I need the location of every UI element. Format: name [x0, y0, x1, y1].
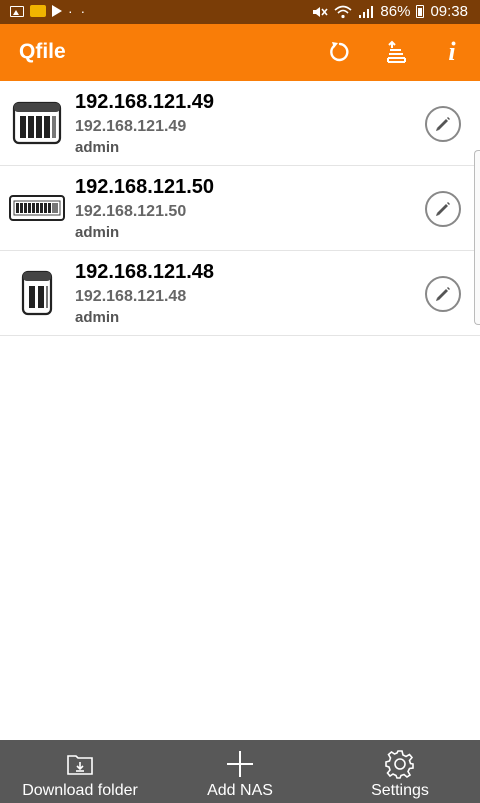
- notification-icon: [30, 5, 46, 17]
- clock: 09:38: [430, 3, 468, 20]
- app-bar: Qfile i: [0, 24, 480, 81]
- edit-nas-button[interactable]: [425, 191, 461, 227]
- status-left-icons: · ·: [10, 3, 87, 19]
- refresh-icon: [330, 42, 349, 62]
- settings-button[interactable]: Settings: [350, 740, 450, 803]
- add-nas-label: Add NAS: [207, 782, 273, 799]
- nas-address: 192.168.121.50: [75, 203, 187, 220]
- wifi-icon: [334, 5, 352, 18]
- nas-list-item[interactable]: 192.168.121.50 192.168.121.50 admin: [0, 166, 480, 251]
- nas-rack-icon: [8, 180, 66, 236]
- more-dots-icon: · ·: [68, 3, 88, 19]
- nas-name: 192.168.121.48: [75, 261, 215, 283]
- info-icon: i: [448, 37, 456, 66]
- gear-icon: [385, 750, 414, 779]
- nas-list-item[interactable]: 192.168.121.49 192.168.121.49 admin: [0, 81, 480, 166]
- image-icon: [10, 5, 24, 17]
- nas-list: 192.168.121.49 192.168.121.49 admin 192.…: [0, 81, 480, 336]
- signal-icon: [359, 5, 374, 18]
- play-icon: [52, 5, 62, 17]
- nas-2bay-icon: [8, 265, 66, 321]
- status-right-icons: 86% 09:38: [312, 3, 468, 20]
- nas-name: 192.168.121.50: [75, 176, 215, 198]
- bottom-nav: Download folder Add NAS Settings: [0, 740, 480, 803]
- nas-5bay-icon: [8, 95, 66, 151]
- info-button[interactable]: i: [437, 37, 467, 67]
- pencil-icon: [436, 287, 450, 301]
- transfer-status-button[interactable]: [381, 37, 411, 67]
- edit-nas-button[interactable]: [425, 106, 461, 142]
- nas-address: 192.168.121.48: [75, 288, 187, 305]
- nas-username: admin: [75, 139, 120, 156]
- mute-icon: [313, 6, 329, 17]
- nas-username: admin: [75, 309, 120, 326]
- battery-percent: 86%: [380, 3, 411, 20]
- nas-name: 192.168.121.49: [75, 91, 215, 113]
- battery-icon: [416, 5, 425, 18]
- pencil-icon: [436, 202, 450, 216]
- download-folder-button[interactable]: Download folder: [10, 740, 150, 803]
- refresh-button[interactable]: [325, 37, 355, 67]
- pencil-icon: [436, 117, 450, 131]
- status-bar: · · 86% 09:38: [0, 0, 480, 24]
- transfer-stack-icon: [387, 40, 406, 63]
- plus-icon: [227, 751, 253, 777]
- nas-address: 192.168.121.49: [75, 118, 187, 135]
- app-title: Qfile: [19, 40, 66, 63]
- download-folder-icon: [67, 755, 93, 775]
- nas-username: admin: [75, 224, 120, 241]
- scroll-indicator[interactable]: [474, 150, 480, 325]
- settings-label: Settings: [371, 782, 429, 799]
- download-folder-label: Download folder: [22, 782, 138, 799]
- add-nas-button[interactable]: Add NAS: [185, 740, 295, 803]
- nas-list-item[interactable]: 192.168.121.48 192.168.121.48 admin: [0, 251, 480, 336]
- edit-nas-button[interactable]: [425, 276, 461, 312]
